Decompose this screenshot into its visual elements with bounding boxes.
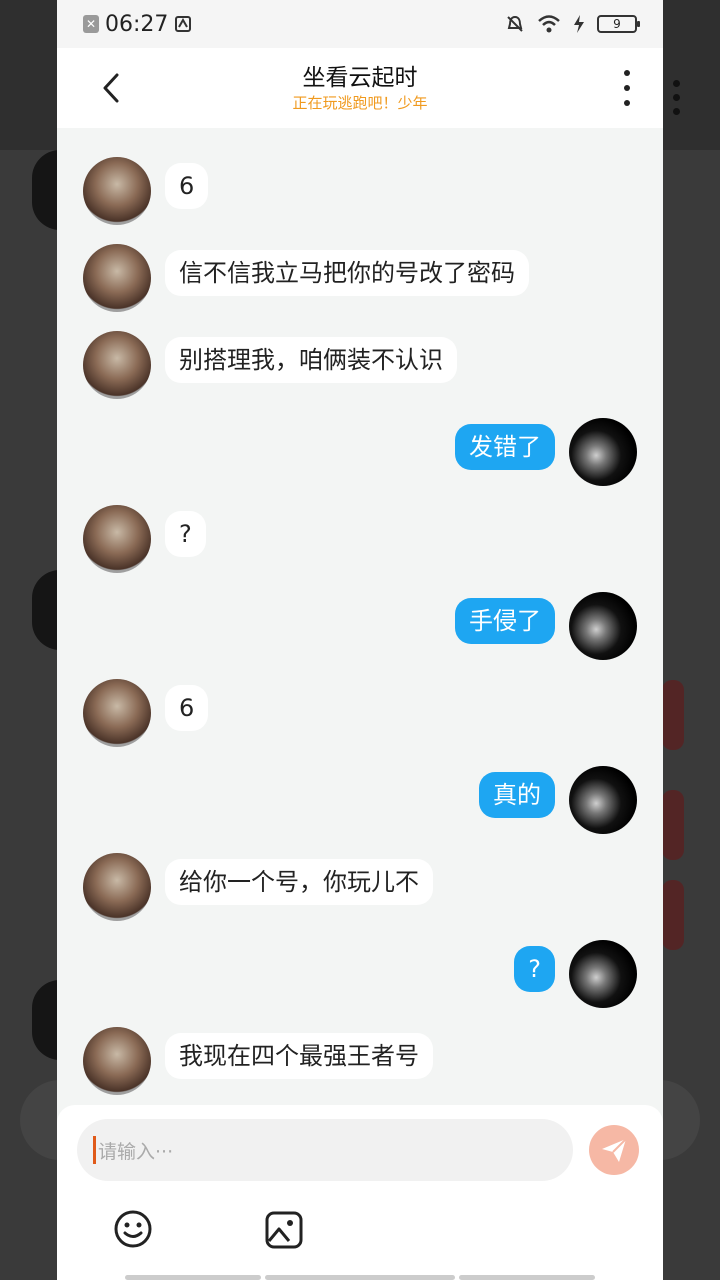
message-row: 6 bbox=[57, 679, 663, 749]
image-icon[interactable] bbox=[263, 1209, 305, 1251]
scroll-indicator bbox=[265, 1275, 455, 1280]
incoming-message: 我现在四个最强王者号 bbox=[165, 1033, 433, 1079]
more-vertical-icon bbox=[624, 70, 630, 76]
incoming-message: 信不信我立马把你的号改了密码 bbox=[165, 250, 529, 296]
text-cursor bbox=[93, 1136, 96, 1164]
message-row: ? bbox=[57, 940, 663, 1010]
chat-title: 坐看云起时 bbox=[302, 65, 418, 91]
chevron-left-icon bbox=[103, 73, 119, 103]
chat-header: 坐看云起时 正在玩逃跑吧！少年 bbox=[57, 48, 663, 128]
outgoing-message: 手侵了 bbox=[455, 598, 555, 644]
chat-subtitle: 正在玩逃跑吧！少年 bbox=[292, 94, 428, 112]
self-avatar[interactable] bbox=[569, 592, 637, 660]
message-input[interactable]: 请输入··· bbox=[77, 1119, 573, 1181]
background-more-icon bbox=[668, 80, 684, 115]
incoming-message: 给你一个号，你玩儿不 bbox=[165, 859, 433, 905]
input-area: 请输入··· bbox=[57, 1105, 663, 1280]
self-avatar[interactable] bbox=[569, 940, 637, 1008]
contact-avatar[interactable] bbox=[83, 244, 151, 312]
charging-icon bbox=[574, 15, 584, 33]
message-row: 真的 bbox=[57, 766, 663, 836]
background-decoration bbox=[662, 790, 684, 860]
self-avatar[interactable] bbox=[569, 766, 637, 834]
notification-icon: ✕ bbox=[83, 15, 99, 33]
message-row: 我现在四个最强王者号 bbox=[57, 1027, 663, 1097]
message-row: 发错了 bbox=[57, 418, 663, 488]
outgoing-message: 真的 bbox=[479, 772, 555, 818]
self-avatar[interactable] bbox=[569, 418, 637, 486]
message-row: 手侵了 bbox=[57, 592, 663, 662]
send-icon bbox=[602, 1138, 627, 1162]
back-button[interactable] bbox=[91, 68, 131, 108]
message-row: 别搭理我，咱俩装不认识 bbox=[57, 331, 663, 401]
send-button[interactable] bbox=[589, 1125, 639, 1175]
emoji-icon[interactable] bbox=[111, 1207, 155, 1251]
contact-avatar[interactable] bbox=[83, 853, 151, 921]
contact-avatar[interactable] bbox=[83, 331, 151, 399]
incoming-message: 别搭理我，咱俩装不认识 bbox=[165, 337, 457, 383]
wifi-icon bbox=[538, 15, 560, 33]
outgoing-message: ? bbox=[514, 946, 555, 992]
battery-indicator: 9 bbox=[597, 15, 640, 33]
contact-avatar[interactable] bbox=[83, 679, 151, 747]
outgoing-message: 发错了 bbox=[455, 424, 555, 470]
contact-avatar[interactable] bbox=[83, 157, 151, 225]
input-placeholder: 请输入··· bbox=[98, 1140, 174, 1163]
status-bar: ✕ 06:27 9 bbox=[57, 0, 663, 48]
message-row: 6 bbox=[57, 157, 663, 227]
background-decoration bbox=[662, 680, 684, 750]
message-row: ? bbox=[57, 505, 663, 575]
background-decoration bbox=[662, 880, 684, 950]
mute-icon bbox=[507, 15, 523, 32]
contact-avatar[interactable] bbox=[83, 505, 151, 573]
scroll-indicator bbox=[125, 1275, 261, 1280]
chat-panel: ✕ 06:27 9 坐看云起时 正在玩逃跑吧！少年 6 信不信我立马把你的号改了… bbox=[57, 0, 663, 1280]
message-row: 给你一个号，你玩儿不 bbox=[57, 853, 663, 923]
more-button[interactable] bbox=[617, 70, 637, 106]
screenshot-icon bbox=[175, 16, 192, 32]
message-row: 信不信我立马把你的号改了密码 bbox=[57, 244, 663, 314]
status-time: 06:27 bbox=[105, 11, 169, 37]
incoming-message: ? bbox=[165, 511, 206, 557]
contact-avatar[interactable] bbox=[83, 1027, 151, 1095]
incoming-message: 6 bbox=[165, 685, 209, 731]
incoming-message: 6 bbox=[165, 163, 209, 209]
scroll-indicator bbox=[459, 1275, 595, 1280]
